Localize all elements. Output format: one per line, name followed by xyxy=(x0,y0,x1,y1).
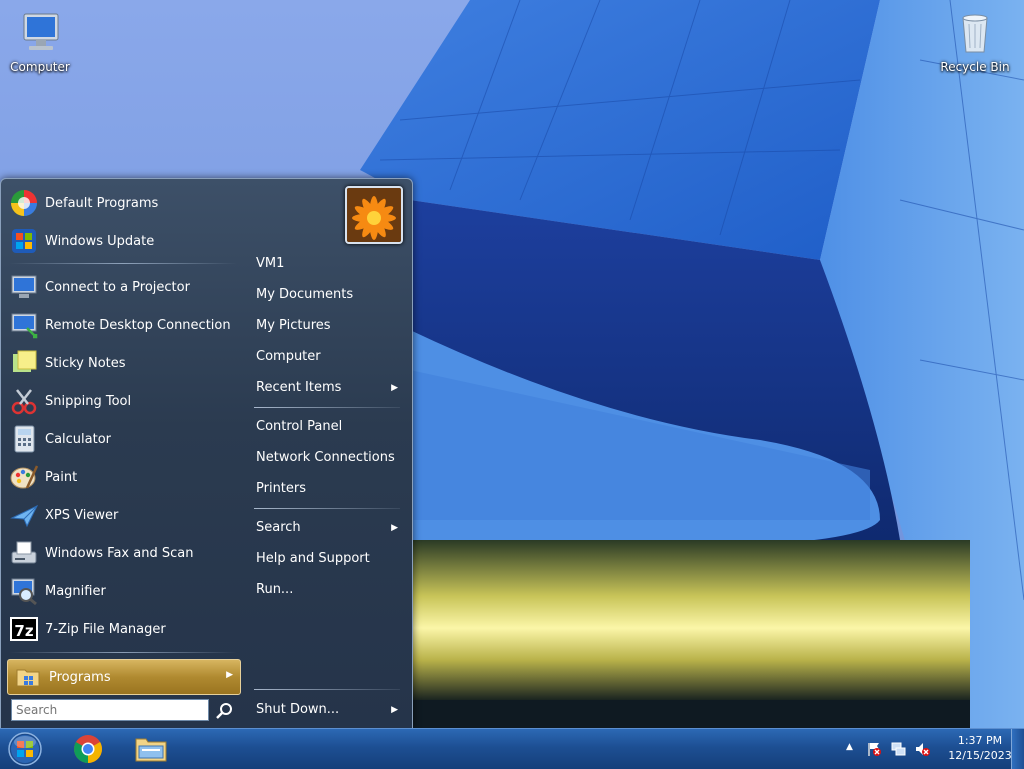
network-icon[interactable] xyxy=(890,741,906,757)
desktop-icon-label: Computer xyxy=(10,60,70,74)
start-item-label: Sticky Notes xyxy=(45,355,126,371)
start-item-calculator[interactable]: Calculator xyxy=(5,421,239,457)
volume-muted-icon[interactable] xyxy=(914,741,930,757)
snipping-tool-icon xyxy=(8,385,40,417)
calculator-icon xyxy=(8,423,40,455)
desktop-icon-label: Recycle Bin xyxy=(940,60,1010,74)
all-programs-button[interactable]: Programs ▶ xyxy=(7,659,241,695)
start-item-label: Remote Desktop Connection xyxy=(45,317,231,333)
right-item-printers[interactable]: Printers xyxy=(244,475,408,503)
right-pane-separator xyxy=(254,407,400,408)
start-search-input[interactable] xyxy=(11,699,209,721)
start-item-label: Default Programs xyxy=(45,195,159,211)
desktop-icon-recycle-bin[interactable]: Recycle Bin xyxy=(935,8,1015,74)
right-item-my-pictures[interactable]: My Pictures xyxy=(244,312,408,340)
7zip-icon: 7z xyxy=(8,613,40,645)
right-item-label: Search xyxy=(256,520,301,535)
clock-time: 1:37 PM xyxy=(957,734,1003,747)
clock-date: 12/15/2023 xyxy=(948,749,1012,762)
start-menu-left-pane: Default Programs Windows Update Connect … xyxy=(5,183,241,724)
start-menu: Default Programs Windows Update Connect … xyxy=(0,178,413,729)
taskbar-file-explorer-button[interactable] xyxy=(131,732,171,766)
chevron-right-icon: ▶ xyxy=(226,670,233,680)
start-item-fax-scan[interactable]: Windows Fax and Scan xyxy=(5,535,239,571)
right-pane-separator xyxy=(254,508,400,509)
right-pane-separator xyxy=(254,689,400,690)
right-item-control-panel[interactable]: Control Panel xyxy=(244,413,408,441)
paint-icon xyxy=(8,461,40,493)
chevron-right-icon: ▶ xyxy=(391,705,398,715)
start-item-magnifier[interactable]: Magnifier xyxy=(5,573,239,609)
left-pane-separator xyxy=(9,263,237,264)
magnifier-icon xyxy=(8,575,40,607)
right-item-my-documents[interactable]: My Documents xyxy=(244,281,408,309)
default-programs-icon xyxy=(8,187,40,219)
right-item-network-connections[interactable]: Network Connections xyxy=(244,444,408,472)
computer-icon xyxy=(23,13,59,50)
right-item-search[interactable]: Search ▶ xyxy=(244,514,408,542)
taskbar-chrome-button[interactable] xyxy=(68,732,108,766)
start-item-label: Calculator xyxy=(45,431,112,447)
right-item-help-support[interactable]: Help and Support xyxy=(244,545,408,573)
show-hidden-icons-icon[interactable]: ▲ xyxy=(846,742,853,752)
start-item-connect-projector[interactable]: Connect to a Projector xyxy=(5,269,239,305)
right-item-user-folder[interactable]: VM1 xyxy=(244,250,408,278)
start-menu-right-pane: VM1 My Documents My Pictures Computer Re… xyxy=(244,179,411,728)
sticky-notes-icon xyxy=(8,347,40,379)
chrome-icon xyxy=(74,735,102,763)
right-item-recent-items[interactable]: Recent Items ▶ xyxy=(244,374,408,402)
start-item-xps-viewer[interactable]: XPS Viewer xyxy=(5,497,239,533)
search-icon[interactable] xyxy=(214,700,236,722)
system-tray: ▲ 1:37 PM 12/15/2023 xyxy=(840,729,1024,769)
start-item-label: 7-Zip File Manager xyxy=(45,621,166,637)
show-desktop-button[interactable] xyxy=(1011,729,1024,769)
projector-icon xyxy=(8,271,40,303)
start-item-label: Paint xyxy=(45,469,78,485)
recycle-bin-icon xyxy=(962,14,988,53)
start-button[interactable] xyxy=(7,731,43,767)
flower-picture-icon xyxy=(347,188,401,242)
taskbar: ▲ 1:37 PM 12/15/2023 xyxy=(0,728,1024,769)
left-pane-separator xyxy=(9,652,237,653)
taskbar-clock[interactable]: 1:37 PM 12/15/2023 xyxy=(940,733,1020,763)
start-item-label: Windows Fax and Scan xyxy=(45,545,194,561)
start-item-label: XPS Viewer xyxy=(45,507,119,523)
remote-desktop-icon xyxy=(8,309,40,341)
desktop-icon-computer[interactable]: Computer xyxy=(0,8,80,74)
xps-viewer-icon xyxy=(8,499,40,531)
user-account-picture[interactable] xyxy=(345,186,403,244)
programs-folder-icon xyxy=(14,663,42,691)
start-item-label: Snipping Tool xyxy=(45,393,132,409)
start-item-snipping-tool[interactable]: Snipping Tool xyxy=(5,383,239,419)
action-center-flag-icon[interactable] xyxy=(866,741,882,757)
start-item-7zip[interactable]: 7z 7-Zip File Manager xyxy=(5,611,239,647)
shut-down-label: Shut Down... xyxy=(256,702,340,717)
windows-update-icon xyxy=(8,225,40,257)
file-explorer-icon xyxy=(135,738,167,762)
start-item-paint[interactable]: Paint xyxy=(5,459,239,495)
right-item-run[interactable]: Run... xyxy=(244,576,408,604)
shut-down-button[interactable]: Shut Down... ▶ xyxy=(244,696,408,724)
start-item-sticky-notes[interactable]: Sticky Notes xyxy=(5,345,239,381)
start-item-label: Windows Update xyxy=(45,233,155,249)
start-item-default-programs[interactable]: Default Programs xyxy=(5,185,239,221)
right-item-computer[interactable]: Computer xyxy=(244,343,408,371)
start-item-windows-update[interactable]: Windows Update xyxy=(5,223,239,259)
all-programs-label: Programs xyxy=(49,669,111,685)
fax-scan-icon xyxy=(8,537,40,569)
right-item-label: Recent Items xyxy=(256,380,342,395)
7zip-glyph: 7z xyxy=(10,617,38,641)
chevron-right-icon: ▶ xyxy=(391,523,398,533)
start-item-remote-desktop[interactable]: Remote Desktop Connection xyxy=(5,307,239,343)
start-item-label: Connect to a Projector xyxy=(45,279,190,295)
start-item-label: Magnifier xyxy=(45,583,106,599)
chevron-right-icon: ▶ xyxy=(391,383,398,393)
